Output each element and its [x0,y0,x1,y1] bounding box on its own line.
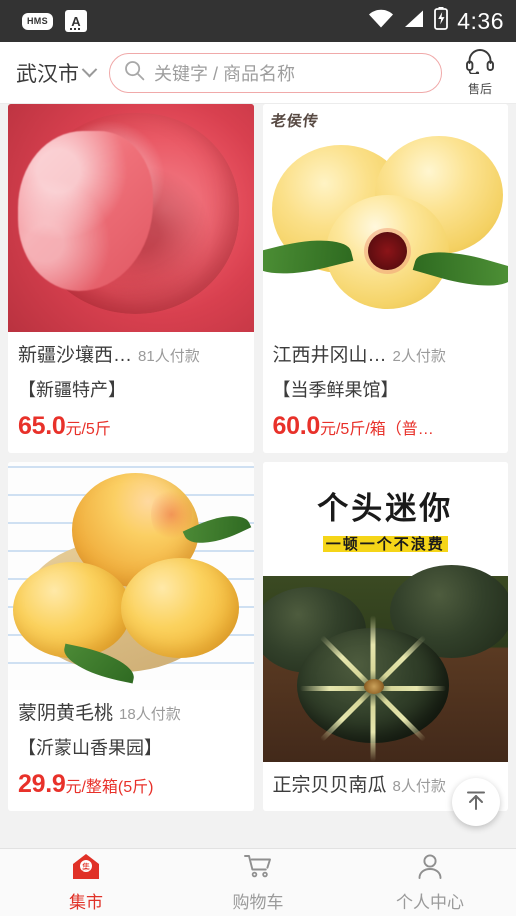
product-info: 蒙阴黄毛桃 18人付款 【沂蒙山香果园】 29.9元/整箱(5斤) [8,690,254,811]
product-grid: 新疆沙壤西… 81人付款 【新疆特产】 65.0元/5斤 老侯传 江西井冈山… … [0,104,516,811]
after-sales-button[interactable]: 售后 [454,48,506,97]
product-price: 29.9元/整箱(5斤) [18,770,244,799]
product-card[interactable]: 个头迷你 一顿一个不浪费 正宗贝贝南瓜 8人付款 [262,462,508,811]
bottom-navigation: 集 集市 购物车 个人中心 [0,848,516,916]
promo-banner: 个头迷你 一顿一个不浪费 [262,462,508,576]
product-buyers-count: 8人付款 [392,778,446,795]
product-buyers-count: 81人付款 [138,348,200,365]
hms-badge: HMS [22,12,53,30]
product-image: 老侯传 [262,104,508,332]
image-watermark: 老侯传 [269,112,320,130]
status-bar-system-icons: 4:36 [368,7,504,35]
product-title-row: 新疆沙壤西… 81人付款 [18,340,244,367]
product-feed[interactable]: 新疆沙壤西… 81人付款 【新疆特产】 65.0元/5斤 老侯传 江西井冈山… … [0,104,516,848]
signal-icon [403,9,425,34]
product-buyers-count: 18人付款 [119,706,181,723]
product-title: 江西井冈山… [272,345,387,366]
product-title: 正宗贝贝南瓜 [272,775,387,796]
product-shop-name: 【当季鲜果馆】 [272,380,399,400]
product-title: 新疆沙壤西… [18,345,133,366]
product-info: 新疆沙壤西… 81人付款 【新疆特产】 65.0元/5斤 [8,332,254,453]
tab-cart[interactable]: 购物车 [172,853,344,913]
pumpkin-rib [319,686,375,742]
pumpkin-rib [299,685,373,691]
product-price: 65.0元/5斤 [18,412,244,441]
product-card[interactable]: 老侯传 江西井冈山… 2人付款 【当季鲜果馆】 60.0元/5斤/箱（普… [262,104,509,453]
city-name-label: 武汉市 [16,62,79,86]
pumpkin-rib [370,688,376,762]
shopping-cart-icon [243,853,273,885]
promo-headline: 个头迷你 [317,491,454,527]
product-image [8,462,254,690]
pumpkin-stem [363,678,384,694]
app-header: 武汉市 关键字 / 商品名称 售后 [0,42,516,104]
pumpkin-rib [371,686,427,742]
search-icon [124,60,145,86]
product-shop-name: 【沂蒙山香果园】 [18,738,162,758]
svg-text:集: 集 [82,861,90,871]
pumpkin-rib [370,615,376,689]
pumpkin-shape-front [296,615,450,762]
scroll-to-top-button[interactable] [452,778,500,826]
pumpkin-rib [372,685,446,691]
peach-shape-left [12,562,131,659]
tab-market-label: 集市 [69,892,103,912]
product-buyers-count: 2人付款 [392,348,446,365]
chevron-down-icon [81,61,98,78]
product-price-number: 60.0 [272,412,321,440]
product-title-row: 蒙阴黄毛桃 18人付款 [18,698,244,725]
product-price: 60.0元/5斤/箱（普… [273,412,499,441]
product-price-unit: 元/整箱(5斤) [65,779,154,796]
product-shop-name: 【新疆特产】 [18,380,126,400]
home-market-icon: 集 [71,853,101,885]
arrow-up-to-line-icon [463,787,489,818]
headset-icon [465,48,495,79]
product-title-row: 江西井冈山… 2人付款 [273,340,499,367]
tab-profile[interactable]: 个人中心 [344,853,516,913]
battery-charging-icon [434,7,449,35]
peach-shape-right [120,557,239,659]
status-bar-clock: 4:36 [457,7,504,34]
product-price-number: 65.0 [18,412,66,440]
product-card[interactable]: 蒙阴黄毛桃 18人付款 【沂蒙山香果园】 29.9元/整箱(5斤) [8,462,254,811]
product-info: 江西井冈山… 2人付款 【当季鲜果馆】 60.0元/5斤/箱（普… [263,332,509,453]
product-card[interactable]: 新疆沙壤西… 81人付款 【新疆特产】 65.0元/5斤 [8,104,254,453]
after-sales-label: 售后 [467,82,492,96]
search-input[interactable]: 关键字 / 商品名称 [109,52,442,93]
input-method-badge: A [64,10,87,32]
product-price-number: 29.9 [18,770,66,798]
user-person-icon [415,853,445,885]
search-placeholder: 关键字 / 商品名称 [154,63,296,84]
tab-market[interactable]: 集 集市 [0,853,172,913]
wifi-icon [368,9,394,34]
status-bar: HMS A 4:36 [0,0,516,42]
status-bar-notifications: HMS A [22,10,87,32]
product-price-unit: 元/5斤 [65,421,111,438]
product-image [8,104,254,332]
city-selector[interactable]: 武汉市 [16,58,98,88]
promo-subline: 一顿一个不浪费 [322,532,448,555]
pumpkin-scene [262,564,508,762]
product-title: 蒙阴黄毛桃 [18,703,114,724]
tab-profile-label: 个人中心 [396,892,464,912]
product-price-unit: 元/5斤/箱（普… [319,421,434,438]
product-image: 个头迷你 一顿一个不浪费 [262,462,508,762]
tab-cart-label: 购物车 [232,892,284,912]
